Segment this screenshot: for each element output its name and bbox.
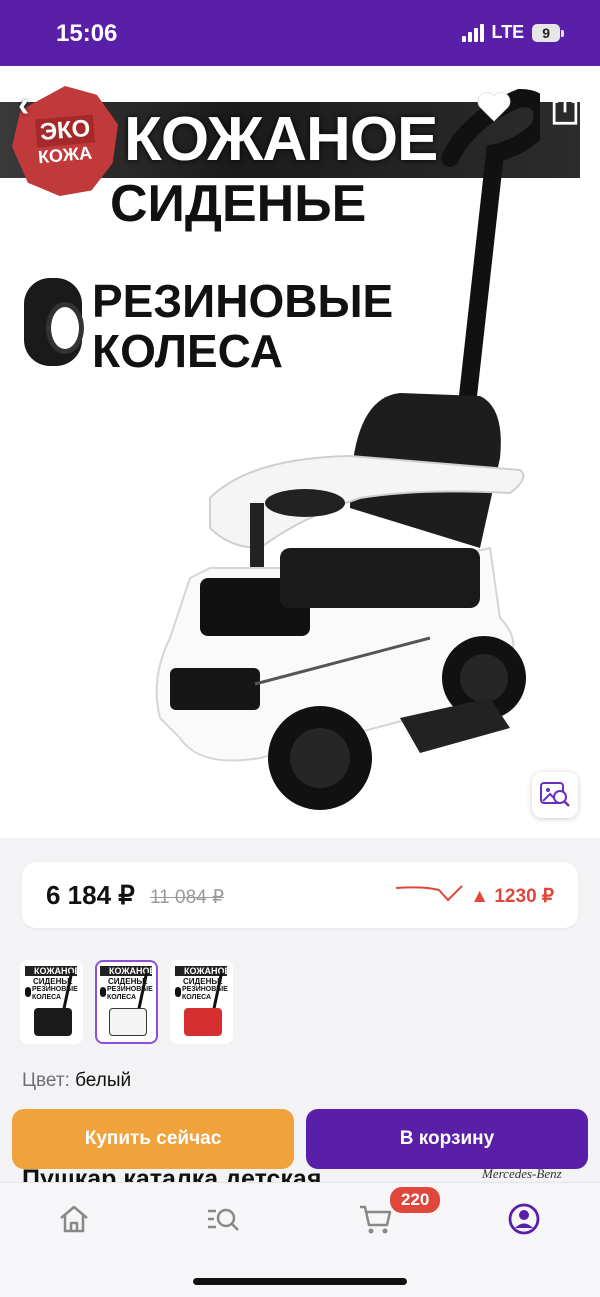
heart-icon[interactable]: [474, 86, 514, 126]
profile-icon[interactable]: [502, 1197, 546, 1241]
ride-on-car-image: [155, 88, 540, 810]
product-page: 15:06 LTE 9 ЭКО КОЖА КОЖАНОЕ СИДЕНЬЕ РЕЗ…: [0, 0, 600, 1297]
thumb-text: РЕЗИНОВЫЕ КОЛЕСА: [182, 986, 228, 1001]
network-type: LTE: [491, 22, 525, 42]
cart-count-badge: 220: [388, 1185, 443, 1215]
back-arrow-icon[interactable]: ‹: [18, 86, 58, 126]
tire-icon: [24, 278, 84, 366]
signal-icon: [461, 23, 484, 42]
color-option: Цвет: белый: [22, 1070, 131, 1092]
thumb-car: [34, 1008, 72, 1036]
battery-icon: 9: [532, 23, 564, 42]
badge-line2: КОЖА: [37, 142, 93, 167]
thumb-text: КОЖАНОЕ: [34, 966, 81, 976]
thumbnail-red[interactable]: КОЖАНОЕ СИДЕНЬЕ РЕЗИНОВЫЕ КОЛЕСА: [170, 960, 233, 1044]
status-bar: 15:06 LTE 9: [0, 0, 600, 66]
price-trend-icon: [395, 885, 463, 902]
old-price: 11 084 ₽: [150, 887, 225, 908]
price-card[interactable]: 6 184 ₽ 11 084 ₽ ▲ 1230 ₽: [22, 862, 578, 928]
thumb-car: [109, 1008, 147, 1036]
current-price: 6 184 ₽: [46, 880, 135, 910]
status-time: 15:06: [56, 20, 118, 47]
thumb-text: РЕЗИНОВЫЕ КОЛЕСА: [107, 986, 153, 1001]
thumbnail-white[interactable]: КОЖАНОЕ СИДЕНЬЕ РЕЗИНОВЫЕ КОЛЕСА: [95, 960, 158, 1044]
thumb-text: КОЖАНОЕ: [109, 966, 156, 976]
status-indicators: LTE 9: [461, 22, 564, 43]
color-label: Цвет:: [22, 1070, 70, 1091]
thumb-car: [184, 1008, 222, 1036]
product-image-gallery[interactable]: ЭКО КОЖА КОЖАНОЕ СИДЕНЬЕ РЕЗИНОВЫЕ КОЛЕС…: [0, 66, 600, 838]
thumb-text: РЕЗИНОВЫЕ КОЛЕСА: [32, 986, 78, 1001]
catalog-search-icon[interactable]: [202, 1197, 246, 1241]
share-icon[interactable]: [548, 88, 582, 126]
price-drop: ▲ 1230 ₽: [470, 886, 554, 907]
thumbnail-strip: КОЖАНОЕ СИДЕНЬЕ РЕЗИНОВЫЕ КОЛЕСА КОЖАНОЕ …: [20, 960, 233, 1044]
thumbnail-black[interactable]: КОЖАНОЕ СИДЕНЬЕ РЕЗИНОВЫЕ КОЛЕСА: [20, 960, 83, 1044]
thumb-text: КОЖАНОЕ: [184, 966, 231, 976]
color-value: белый: [75, 1070, 132, 1091]
buy-now-button[interactable]: Купить сейчас: [12, 1109, 294, 1169]
home-icon[interactable]: [52, 1197, 96, 1241]
image-search-icon[interactable]: [532, 772, 578, 818]
home-indicator: [193, 1278, 407, 1285]
add-to-cart-button[interactable]: В корзину: [306, 1109, 588, 1169]
